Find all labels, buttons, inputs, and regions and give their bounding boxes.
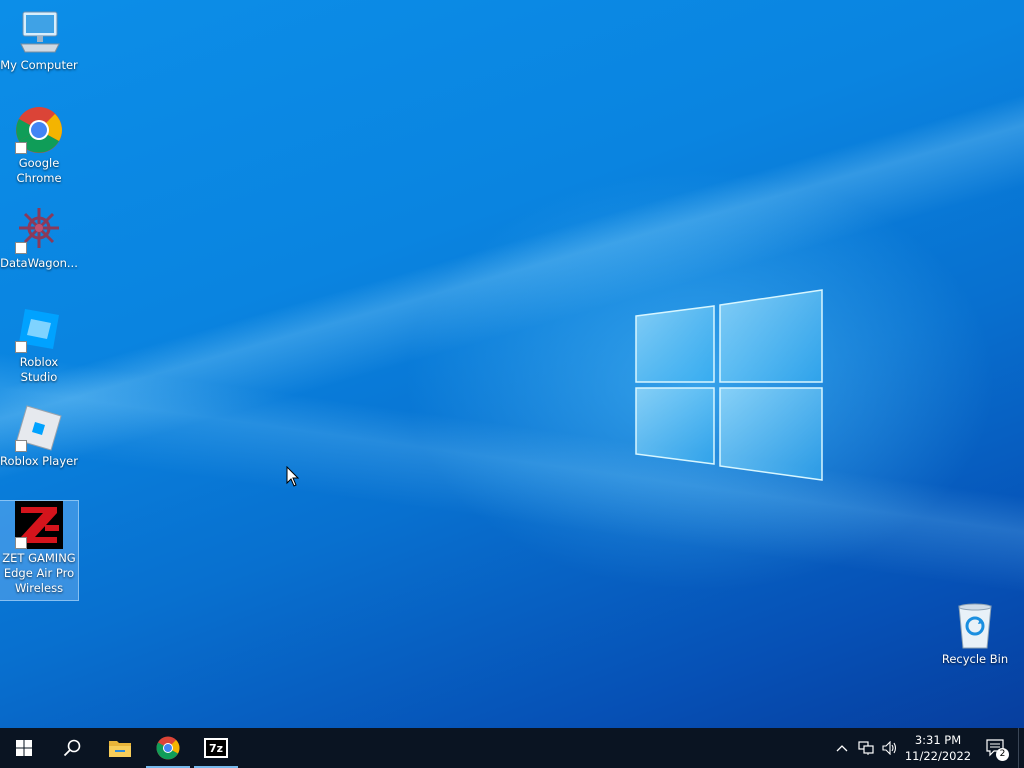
mouse-cursor-icon xyxy=(286,466,300,487)
network-icon xyxy=(858,741,874,755)
windows-logo-wallpaper xyxy=(635,289,823,481)
taskbar-clock[interactable]: 3:31 PM 11/22/2022 xyxy=(902,732,974,764)
light-beam xyxy=(0,0,1024,728)
chrome-icon xyxy=(156,736,180,760)
start-icon xyxy=(16,740,32,756)
7zip-taskbar-button[interactable]: 7z xyxy=(192,728,240,768)
shortcut-arrow-icon xyxy=(15,341,27,353)
shortcut-arrow-icon xyxy=(15,537,27,549)
clock-date: 11/22/2022 xyxy=(904,749,972,763)
shortcut-arrow-icon xyxy=(15,142,27,154)
show-desktop-button[interactable] xyxy=(1018,728,1024,768)
desktop-icon-my-computer[interactable]: My Computer xyxy=(0,8,78,73)
desktop-icon-recycle-bin[interactable]: Recycle Bin xyxy=(936,602,1014,667)
7zip-icon: 7z xyxy=(204,738,228,758)
chrome-taskbar-button[interactable] xyxy=(144,728,192,768)
icon-label: My Computer xyxy=(0,58,78,72)
desktop[interactable]: My Computer Google Chrome DataWagon... R… xyxy=(0,0,1024,728)
show-hidden-icons-button[interactable] xyxy=(830,728,854,768)
shortcut-arrow-icon xyxy=(15,242,27,254)
icon-label: Roblox Studio xyxy=(19,355,59,384)
notification-count-badge: 2 xyxy=(996,748,1009,761)
desktop-icon-roblox-studio[interactable]: Roblox Studio xyxy=(0,305,78,385)
light-beam xyxy=(0,0,1024,728)
roblox-studio-icon xyxy=(15,305,63,353)
recycle-bin-icon xyxy=(951,602,999,650)
roblox-player-icon xyxy=(15,404,63,452)
chevron-up-icon xyxy=(836,745,848,752)
icon-label: Google Chrome xyxy=(16,156,62,185)
desktop-icon-datawagon[interactable]: DataWagon... xyxy=(0,206,78,271)
desktop-icon-zet-gaming[interactable]: ZET GAMING Edge Air Pro Wireless xyxy=(0,500,79,601)
computer-icon xyxy=(15,8,63,56)
taskbar: 7z 3:31 PM 11/22/2022 2 xyxy=(0,728,1024,768)
volume-button[interactable] xyxy=(878,728,902,768)
icon-label: ZET GAMING Edge Air Pro Wireless xyxy=(2,551,76,595)
shortcut-arrow-icon xyxy=(15,440,27,452)
chrome-icon xyxy=(15,106,63,154)
file-explorer-button[interactable] xyxy=(96,728,144,768)
file-explorer-icon xyxy=(109,741,131,757)
icon-label: DataWagon... xyxy=(0,256,78,270)
network-button[interactable] xyxy=(854,728,878,768)
icon-label: Roblox Player xyxy=(0,454,78,468)
action-center-button[interactable]: 2 xyxy=(974,728,1018,768)
icon-label: Recycle Bin xyxy=(941,652,1009,666)
search-button[interactable] xyxy=(48,728,96,768)
7zip-label: 7z xyxy=(206,740,226,756)
search-icon xyxy=(63,739,81,757)
speaker-icon xyxy=(882,741,897,755)
desktop-icon-google-chrome[interactable]: Google Chrome xyxy=(0,106,78,186)
datawagon-icon xyxy=(15,206,63,254)
clock-time: 3:31 PM xyxy=(914,733,962,747)
zet-gaming-icon xyxy=(15,501,63,549)
system-tray: 3:31 PM 11/22/2022 2 xyxy=(830,728,1024,768)
desktop-icon-roblox-player[interactable]: Roblox Player xyxy=(0,404,78,469)
start-button[interactable] xyxy=(0,728,48,768)
